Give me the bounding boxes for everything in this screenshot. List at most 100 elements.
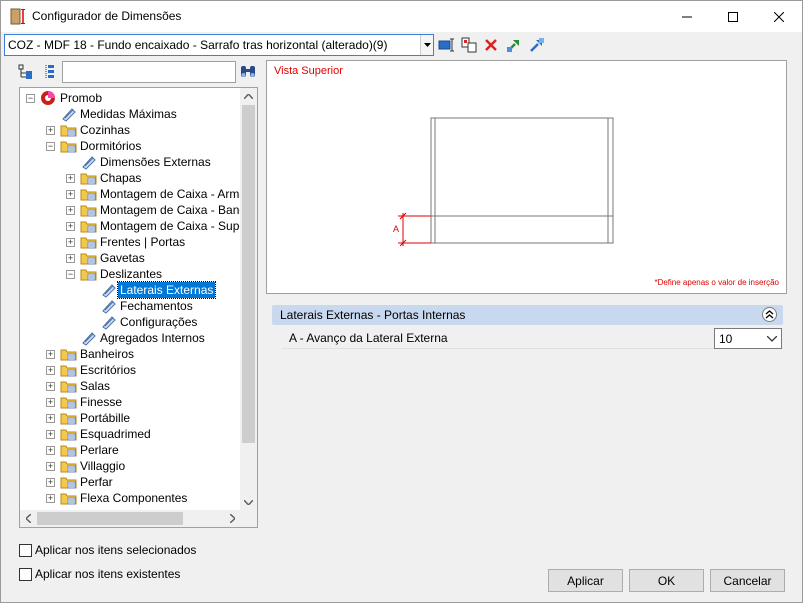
apply-existing-checkbox[interactable] bbox=[19, 568, 32, 581]
expand-icon[interactable]: + bbox=[46, 382, 55, 391]
tree-item[interactable]: Dimensões Externas bbox=[20, 154, 241, 170]
tree-item[interactable]: + Flexa Componentes bbox=[20, 490, 241, 506]
close-button[interactable] bbox=[756, 1, 802, 32]
expand-icon[interactable]: + bbox=[66, 190, 75, 199]
scroll-right-arrow[interactable] bbox=[224, 510, 241, 527]
expand-icon[interactable]: + bbox=[66, 254, 75, 263]
tree-item[interactable]: + Frentes | Portas bbox=[20, 234, 241, 250]
tree-item[interactable]: + Portábille bbox=[20, 410, 241, 426]
tree-item[interactable]: + Montagem de Caixa - Bancad bbox=[20, 202, 257, 218]
folder-icon bbox=[60, 346, 77, 362]
tree-item[interactable]: − Promob bbox=[20, 90, 241, 106]
tree-item[interactable]: Agregados Internos bbox=[20, 330, 241, 346]
apply-selected-checkbox[interactable] bbox=[19, 544, 32, 557]
tree-item[interactable]: + Perfar bbox=[20, 474, 241, 490]
tree-item[interactable]: + Banheiros bbox=[20, 346, 241, 362]
dimension-item-icon bbox=[80, 154, 97, 170]
tree-item-label: Deslizantes bbox=[100, 267, 163, 281]
folder-icon bbox=[60, 474, 77, 490]
minimize-button[interactable] bbox=[664, 1, 710, 32]
import-button[interactable] bbox=[505, 36, 523, 54]
tree-item-label: Montagem de Caixa - Armário bbox=[100, 187, 258, 201]
horizontal-scroll-thumb[interactable] bbox=[37, 512, 183, 525]
maximize-button[interactable] bbox=[710, 1, 756, 32]
tree-item[interactable]: Laterais Externas bbox=[20, 281, 241, 299]
expand-icon[interactable]: + bbox=[46, 430, 55, 439]
expand-icon[interactable]: + bbox=[66, 174, 75, 183]
category-tree[interactable]: − Promob Medidas Máximas + Cozinhas − Dormitór… bbox=[19, 87, 258, 528]
tree-item[interactable]: + Escritórios bbox=[20, 362, 241, 378]
promob-logo-icon bbox=[40, 90, 57, 106]
scroll-up-arrow[interactable] bbox=[240, 88, 257, 105]
chevron-left-icon bbox=[26, 514, 31, 523]
tree-item-label: Banheiros bbox=[80, 347, 135, 361]
double-chevron-up-icon bbox=[765, 310, 774, 319]
folder-icon bbox=[80, 202, 97, 218]
tree-item-label: Dormitórios bbox=[80, 139, 142, 153]
collapse-icon[interactable]: − bbox=[46, 142, 55, 151]
apply-button[interactable]: Aplicar bbox=[548, 569, 623, 592]
tree-horizontal-scrollbar[interactable] bbox=[20, 510, 241, 527]
expand-icon[interactable]: + bbox=[46, 462, 55, 471]
expand-tree-icon[interactable] bbox=[17, 63, 35, 81]
tree-item[interactable]: + Chapas bbox=[20, 170, 241, 186]
expand-icon[interactable]: + bbox=[66, 238, 75, 247]
delete-button[interactable] bbox=[482, 36, 500, 54]
expand-icon[interactable]: + bbox=[46, 350, 55, 359]
tree-item[interactable]: + Gavetas bbox=[20, 250, 241, 266]
collapse-icon[interactable]: − bbox=[26, 94, 35, 103]
property-row: A - Avanço da Lateral Externa 10 bbox=[282, 327, 783, 349]
tree-item-label: Promob bbox=[60, 91, 103, 105]
tree-item[interactable]: + Finesse bbox=[20, 394, 241, 410]
binoculars-search-icon[interactable] bbox=[239, 63, 257, 81]
tree-item-label: Perlare bbox=[80, 443, 119, 457]
scroll-left-arrow[interactable] bbox=[20, 510, 37, 527]
tree-item[interactable]: + Salas bbox=[20, 378, 241, 394]
tree-item[interactable]: − Dormitórios bbox=[20, 138, 241, 154]
property-value-select[interactable]: 10 bbox=[714, 328, 782, 349]
folder-icon bbox=[60, 122, 77, 138]
tree-vertical-scrollbar[interactable] bbox=[240, 88, 257, 511]
item-combo[interactable]: COZ - MDF 18 - Fundo encaixado - Sarrafo… bbox=[4, 34, 434, 56]
expand-icon[interactable]: + bbox=[46, 494, 55, 503]
tree-item[interactable]: + Montagem de Caixa - Superio bbox=[20, 218, 257, 234]
tree-item[interactable]: + Villaggio bbox=[20, 458, 241, 474]
folder-icon bbox=[80, 186, 97, 202]
tree-search-input[interactable] bbox=[62, 61, 236, 83]
expand-icon[interactable]: + bbox=[46, 126, 55, 135]
tree-item[interactable]: Medidas Máximas bbox=[20, 106, 241, 122]
expand-icon[interactable]: + bbox=[46, 366, 55, 375]
vertical-scroll-thumb[interactable] bbox=[242, 105, 255, 443]
expand-icon[interactable]: + bbox=[46, 446, 55, 455]
tree-item[interactable]: + Perlare bbox=[20, 442, 241, 458]
collapse-tree-icon[interactable] bbox=[40, 63, 58, 81]
cancel-button[interactable]: Cancelar bbox=[710, 569, 785, 592]
select-in-scene-button[interactable] bbox=[437, 36, 455, 54]
collapse-section-button[interactable] bbox=[762, 307, 777, 322]
tree-item[interactable]: Configurações bbox=[20, 314, 241, 330]
scroll-down-arrow[interactable] bbox=[240, 494, 257, 511]
expand-icon[interactable]: + bbox=[66, 206, 75, 215]
tree-item[interactable]: − Deslizantes bbox=[20, 266, 241, 282]
combo-arrow-button[interactable] bbox=[420, 35, 433, 55]
tree-item[interactable]: Fechamentos bbox=[20, 298, 241, 314]
apply-to-item-button[interactable] bbox=[460, 36, 478, 54]
expand-icon[interactable]: + bbox=[46, 398, 55, 407]
tree-item-label: Frentes | Portas bbox=[100, 235, 186, 249]
collapse-icon[interactable]: − bbox=[66, 270, 75, 279]
tree-item[interactable]: + Montagem de Caixa - Armário bbox=[20, 186, 257, 202]
folder-icon bbox=[60, 426, 77, 442]
chevron-down-icon bbox=[244, 500, 253, 505]
export-button[interactable] bbox=[528, 36, 546, 54]
folder-icon bbox=[80, 250, 97, 266]
ok-button[interactable]: OK bbox=[629, 569, 704, 592]
expand-icon[interactable]: + bbox=[46, 478, 55, 487]
app-icon bbox=[10, 8, 25, 25]
property-section-header[interactable]: Laterais Externas - Portas Internas bbox=[272, 305, 783, 325]
expand-icon[interactable]: + bbox=[46, 414, 55, 423]
tree-item-label: Flexa Componentes bbox=[80, 491, 188, 505]
delete-icon bbox=[485, 39, 497, 51]
tree-item[interactable]: + Esquadrimed bbox=[20, 426, 241, 442]
expand-icon[interactable]: + bbox=[66, 222, 75, 231]
tree-item[interactable]: + Cozinhas bbox=[20, 122, 241, 138]
